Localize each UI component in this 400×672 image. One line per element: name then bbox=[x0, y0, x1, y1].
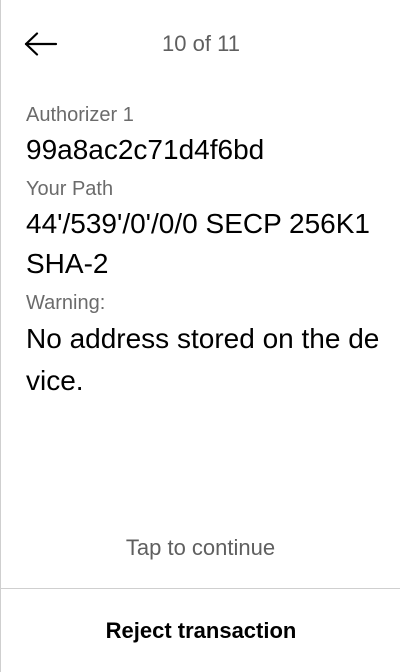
path-label: Your Path bbox=[26, 178, 114, 200]
transaction-review-screen: 10 of 11 Authorizer 1 99a8ac2c71d4f6bd Y… bbox=[0, 0, 400, 672]
transaction-details: Authorizer 1 99a8ac2c71d4f6bd Your Path … bbox=[26, 100, 381, 406]
authorizer-value: 99a8ac2c71d4f6bd bbox=[26, 134, 265, 165]
authorizer-label: Authorizer 1 bbox=[26, 104, 134, 126]
reject-transaction-button[interactable]: Reject transaction bbox=[1, 589, 400, 672]
tap-to-continue[interactable]: Tap to continue bbox=[1, 534, 400, 562]
path-value: 44'/539'/0'/0/0 SECP 256K1 SHA-2 bbox=[26, 208, 370, 279]
step-indicator: 10 of 11 bbox=[162, 31, 240, 56]
header: 10 of 11 bbox=[1, 0, 400, 88]
warning-label: Warning: bbox=[26, 292, 106, 314]
warning-value: No address stored on the device. bbox=[26, 323, 380, 396]
